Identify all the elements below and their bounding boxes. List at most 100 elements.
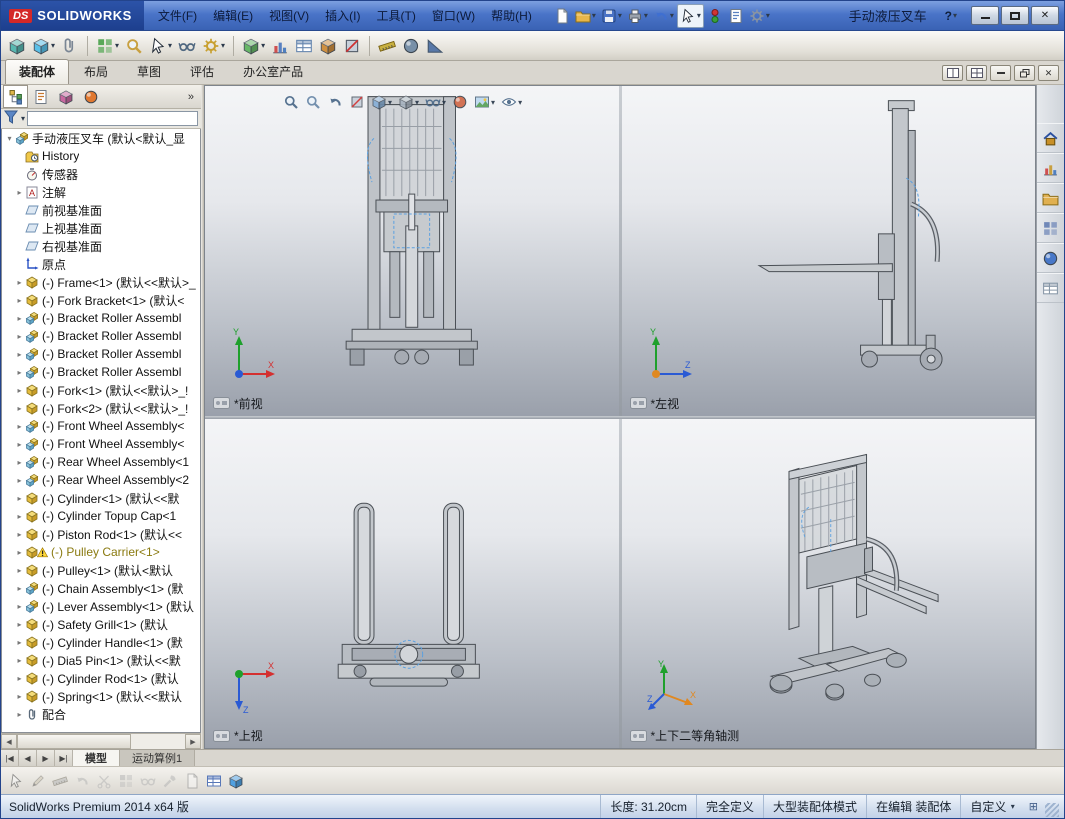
tree-item[interactable]: ▾手动液压叉车 (默认<默认_显 — [2, 129, 200, 147]
move-component-icon[interactable]: ▾ — [147, 34, 174, 58]
trim-entities-icon[interactable] — [94, 769, 114, 793]
tree-item[interactable]: 传感器 — [2, 165, 200, 183]
viewport-pane-left[interactable]: Y Z *左视 — [622, 86, 1036, 416]
edit-component-icon[interactable] — [6, 34, 28, 58]
tree-item[interactable]: ▸(-) Cylinder Rod<1> (默认 — [2, 669, 200, 687]
tree-item[interactable]: 右视基准面 — [2, 237, 200, 255]
tree-item[interactable]: 原点 — [2, 255, 200, 273]
statusbar-custom-dropdown[interactable]: 自定义 ▾ — [960, 795, 1023, 818]
save-icon[interactable]: ▾ — [599, 4, 624, 28]
tree-item[interactable]: ▸(-) Bracket Roller Assembl — [2, 327, 200, 345]
tab-scroll-prev-icon[interactable]: ◀ — [19, 750, 37, 766]
tree-item[interactable]: ▸(-) Fork<2> (默认<<默认>_! — [2, 399, 200, 417]
options-icon[interactable]: ▾ — [747, 4, 772, 28]
tree-expander-icon[interactable]: ▸ — [14, 494, 25, 503]
file-properties-icon[interactable] — [726, 4, 746, 28]
tree-item[interactable]: ▸(-) Cylinder<1> (默认<<默 — [2, 489, 200, 507]
tab-scroll-next-icon[interactable]: ▶ — [37, 750, 55, 766]
tree-item[interactable]: ▸(-) Bracket Roller Assembl — [2, 345, 200, 363]
repair-sketch-icon[interactable] — [160, 769, 180, 793]
mass-properties-icon[interactable] — [400, 34, 422, 58]
document-minimize-button[interactable] — [990, 65, 1011, 81]
select-icon[interactable]: ▾ — [677, 4, 704, 28]
rapid-sketch-icon[interactable] — [182, 769, 202, 793]
undo-icon[interactable]: ▾ — [651, 4, 676, 28]
exploded-view-icon[interactable] — [317, 34, 339, 58]
minimize-button[interactable] — [971, 6, 999, 25]
view-orientation-icon[interactable]: ▾ — [369, 90, 394, 114]
tree-expander-icon[interactable]: ▸ — [14, 350, 25, 359]
assembly-features-icon[interactable]: ▾ — [200, 34, 227, 58]
tree-expander-icon[interactable]: ▸ — [14, 692, 25, 701]
tab-motion-study-1[interactable]: 运动算例1 — [120, 750, 195, 766]
tree-item[interactable]: ▸(-) Cylinder Topup Cap<1 — [2, 507, 200, 525]
tree-item[interactable]: ▸(-) Rear Wheel Assembly<1 — [2, 453, 200, 471]
tree-item[interactable]: ▸(-) Front Wheel Assembly< — [2, 435, 200, 453]
menu-help[interactable]: 帮助(H) — [483, 1, 540, 30]
edit-appearance-icon[interactable] — [450, 90, 470, 114]
tree-item[interactable]: ▸(-) Bracket Roller Assembl — [2, 309, 200, 327]
viewport-split-quad-icon[interactable] — [966, 65, 987, 81]
menu-insert[interactable]: 插入(I) — [317, 1, 368, 30]
menu-file[interactable]: 文件(F) — [150, 1, 205, 30]
filter-input[interactable] — [27, 111, 198, 126]
new-motion-study-icon[interactable] — [269, 34, 291, 58]
show-hidden-components-icon[interactable] — [176, 34, 198, 58]
section-view-icon[interactable] — [347, 90, 367, 114]
menu-edit[interactable]: 编辑(E) — [205, 1, 261, 30]
scrollbar-track[interactable] — [17, 734, 185, 749]
tree-expander-icon[interactable]: ▸ — [14, 530, 25, 539]
print-icon[interactable]: ▾ — [625, 4, 650, 28]
propertymanager-tab-button[interactable] — [28, 85, 53, 108]
menu-tools[interactable]: 工具(T) — [369, 1, 424, 30]
view-palette-tab[interactable] — [1037, 213, 1064, 243]
statusbar-panel-toggle-icon[interactable]: ⊞ — [1024, 800, 1043, 813]
tree-expander-icon[interactable]: ▸ — [14, 620, 25, 629]
tree-item[interactable]: ▸(-) Frame<1> (默认<<默认>_ — [2, 273, 200, 291]
scrollbar-thumb[interactable] — [17, 734, 131, 749]
tree-item[interactable]: ▸(-) Lever Assembly<1> (默认 — [2, 597, 200, 615]
tree-item[interactable]: ▸(-) Cylinder Handle<1> (默 — [2, 633, 200, 651]
design-table-icon[interactable] — [204, 769, 224, 793]
tab-assembly[interactable]: 装配体 — [5, 59, 69, 84]
panel-overflow-button[interactable]: » — [181, 85, 201, 108]
tree-item[interactable]: ▸注解 — [2, 183, 200, 201]
zoom-area-icon[interactable] — [303, 90, 323, 114]
section-properties-icon[interactable] — [424, 34, 446, 58]
tree-item[interactable]: History — [2, 147, 200, 165]
tree-item[interactable]: ▸(-) Safety Grill<1> (默认 — [2, 615, 200, 633]
smart-fasteners-icon[interactable] — [123, 34, 145, 58]
viewport-pane-front[interactable]: Y X *前视 — [205, 86, 619, 416]
rebuild-icon[interactable] — [705, 4, 725, 28]
tree-item[interactable]: ▸(-) Pulley Carrier<1> — [2, 543, 200, 561]
tree-item[interactable]: ▸(-) Piston Rod<1> (默认<< — [2, 525, 200, 543]
design-library-tab[interactable] — [1037, 153, 1064, 183]
tree-expander-icon[interactable]: ▸ — [14, 656, 25, 665]
tree-expander-icon[interactable]: ▸ — [14, 386, 25, 395]
configurationmanager-tab-button[interactable] — [53, 85, 78, 108]
tree-expander-icon[interactable]: ▸ — [14, 458, 25, 467]
tree-item[interactable]: ▸(-) Bracket Roller Assembl — [2, 363, 200, 381]
display-style-icon[interactable]: ▾ — [396, 90, 421, 114]
scroll-left-icon[interactable]: ◀ — [1, 734, 17, 749]
tree-horizontal-scrollbar[interactable]: ◀ ▶ — [1, 733, 201, 749]
tab-scroll-last-icon[interactable]: ▶| — [55, 750, 73, 766]
document-close-button[interactable]: ✕ — [1038, 65, 1059, 81]
tab-layout[interactable]: 布局 — [70, 59, 122, 84]
tree-expander-icon[interactable]: ▸ — [14, 188, 25, 197]
tree-expander-icon[interactable]: ▸ — [14, 674, 25, 683]
help-button[interactable]: ?▾ — [939, 7, 963, 25]
linear-component-pattern-icon[interactable]: ▾ — [94, 34, 121, 58]
tree-expander-icon[interactable]: ▸ — [14, 422, 25, 431]
tree-expander-icon[interactable]: ▸ — [14, 566, 25, 575]
solidworks-resources-tab[interactable] — [1037, 123, 1064, 153]
maximize-button[interactable] — [1001, 6, 1029, 25]
tree-item[interactable]: ▸(-) Pulley<1> (默认<默认 — [2, 561, 200, 579]
close-button[interactable]: ✕ — [1031, 6, 1059, 25]
interference-detection-icon[interactable] — [341, 34, 363, 58]
tree-expander-icon[interactable]: ▸ — [14, 314, 25, 323]
featuremanager-tab-button[interactable] — [3, 85, 28, 108]
custom-properties-tab[interactable] — [1037, 273, 1064, 303]
apply-scene-icon[interactable]: ▾ — [472, 90, 497, 114]
tree-expander-icon[interactable]: ▸ — [14, 512, 25, 521]
